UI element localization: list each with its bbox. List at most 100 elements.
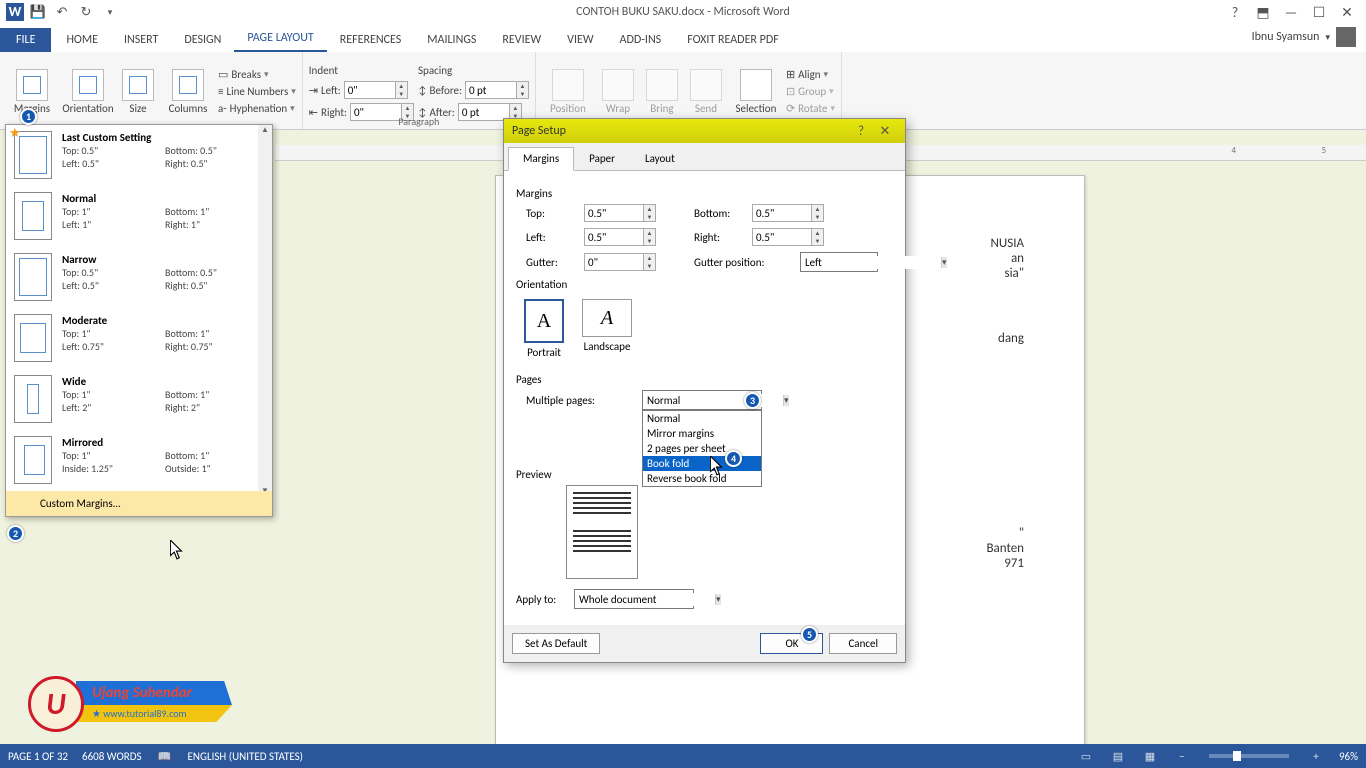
apply-to-select[interactable]: ▾ — [574, 589, 694, 609]
dialog-help-icon[interactable]: ? — [849, 124, 873, 139]
preview-thumbnail — [566, 485, 638, 579]
banner-logo-icon: U — [28, 676, 84, 732]
columns-button[interactable]: Columns — [162, 54, 214, 129]
tab-references[interactable]: REFERENCES — [327, 28, 415, 52]
gutter-pos-select[interactable]: ▾ — [800, 252, 878, 272]
right-label: Right: — [694, 231, 746, 244]
zoom-out-icon[interactable]: − — [1173, 750, 1191, 763]
status-page[interactable]: PAGE 1 OF 32 — [8, 750, 68, 763]
tab-home[interactable]: HOME — [53, 28, 111, 52]
rotate-button[interactable]: ⟳ Rotate ▾ — [786, 102, 835, 115]
indent-left[interactable]: ⇥ Left: ▲▼ — [309, 81, 414, 99]
orientation-button[interactable]: Orientation — [62, 54, 114, 129]
dialog-tabs: Margins Paper Layout — [504, 143, 905, 171]
indent-label: Indent — [309, 64, 414, 77]
option-reverse-book-fold[interactable]: Reverse book fold — [643, 471, 761, 486]
spacing-label: Spacing — [418, 64, 529, 77]
spacing-before-input[interactable] — [465, 81, 517, 99]
margins-preset-wide[interactable]: Wide Top: 1" Bottom: 1" Left: 2" Right: … — [6, 369, 272, 430]
selection-icon — [740, 69, 772, 101]
line-numbers-button[interactable]: ≡ Line Numbers ▾ — [218, 85, 296, 98]
position-icon — [552, 69, 584, 101]
margins-dropdown: ▲▼ Last Custom Setting Top: 0.5" Bottom:… — [5, 124, 273, 517]
dialog-close-icon[interactable]: ✕ — [873, 124, 897, 139]
group-objects-button[interactable]: ⊡ Group ▾ — [786, 85, 835, 98]
account-menu[interactable]: Ibnu Syamsun ▾ — [1242, 22, 1366, 52]
mouse-cursor-icon — [170, 540, 184, 560]
ribbon-tabs: FILE HOME INSERT DESIGN PAGE LAYOUT REFE… — [0, 24, 1366, 52]
orientation-icon — [72, 69, 104, 101]
breaks-button[interactable]: ▭ Breaks ▾ — [218, 68, 296, 81]
read-mode-icon[interactable]: ▭ — [1077, 750, 1095, 763]
option-mirror-margins[interactable]: Mirror margins — [643, 426, 761, 441]
orientation-section-label: Orientation — [516, 278, 893, 291]
send-icon — [690, 69, 722, 101]
margins-preset-moderate[interactable]: Moderate Top: 1" Bottom: 1" Left: 0.75" … — [6, 308, 272, 369]
align-button[interactable]: ⊞ Align ▾ — [786, 68, 835, 81]
dialog-tab-paper[interactable]: Paper — [574, 147, 630, 170]
tab-design[interactable]: DESIGN — [171, 28, 234, 52]
portrait-option[interactable]: A Portrait — [524, 299, 564, 359]
ribbon-collapse-icon[interactable]: ⬒ — [1252, 4, 1274, 21]
undo-icon[interactable]: ↶ — [52, 3, 72, 21]
callout-badge-4: 4 — [725, 450, 742, 467]
bottom-input[interactable] — [752, 204, 812, 222]
top-input[interactable] — [584, 204, 644, 222]
margins-preset-mirrored[interactable]: Mirrored Top: 1" Bottom: 1" Inside: 1.25… — [6, 430, 272, 491]
close-icon[interactable]: ✕ — [1336, 4, 1358, 21]
titlebar: W 💾 ↶ ↻ ▾ CONTOH BUKU SAKU.docx - Micros… — [0, 0, 1366, 24]
dialog-tab-layout[interactable]: Layout — [630, 147, 690, 170]
custom-margins-button[interactable]: Custom Margins... — [6, 491, 272, 516]
columns-icon — [172, 69, 204, 101]
spacing-before[interactable]: ↕ Before: ▲▼ — [418, 81, 529, 99]
redo-icon[interactable]: ↻ — [76, 3, 96, 21]
indent-left-input[interactable] — [344, 81, 396, 99]
margins-preset-last-custom[interactable]: Last Custom Setting Top: 0.5" Bottom: 0.… — [6, 125, 272, 186]
tutorial-banner: U Ujang Suhendar ★ www.tutorial89.com — [28, 676, 232, 732]
right-input[interactable] — [752, 228, 812, 246]
cancel-button[interactable]: Cancel — [829, 633, 897, 654]
tab-insert[interactable]: INSERT — [111, 28, 171, 52]
minimize-icon[interactable]: — — [1280, 4, 1302, 21]
save-icon[interactable]: 💾 — [28, 3, 48, 21]
proofing-icon[interactable]: 📖 — [156, 750, 174, 763]
gutter-input[interactable] — [584, 253, 644, 271]
zoom-slider[interactable] — [1209, 754, 1289, 758]
word-app-icon[interactable]: W — [6, 3, 24, 21]
set-default-button[interactable]: Set As Default — [512, 633, 600, 654]
dialog-tab-margins[interactable]: Margins — [508, 147, 574, 171]
top-label: Top: — [526, 207, 578, 220]
tab-addins[interactable]: ADD-INS — [607, 28, 675, 52]
tab-page-layout[interactable]: PAGE LAYOUT — [234, 26, 326, 52]
option-2-pages[interactable]: 2 pages per sheet — [643, 441, 761, 456]
dialog-footer: Set As Default OK Cancel — [504, 625, 905, 662]
dialog-body: Margins Top: ▲▼ Bottom: ▲▼ Left: ▲▼ Righ… — [504, 171, 905, 625]
maximize-icon[interactable]: ☐ — [1308, 4, 1330, 21]
margins-preset-normal[interactable]: Normal Top: 1" Bottom: 1" Left: 1" Right… — [6, 186, 272, 247]
status-words[interactable]: 6608 WORDS — [82, 750, 142, 763]
help-icon[interactable]: ? — [1224, 4, 1246, 21]
option-book-fold[interactable]: Book fold — [643, 456, 761, 471]
print-layout-icon[interactable]: ▤ — [1109, 750, 1127, 763]
left-input[interactable] — [584, 228, 644, 246]
tab-review[interactable]: REVIEW — [489, 28, 554, 52]
callout-badge-2: 2 — [7, 525, 24, 542]
web-layout-icon[interactable]: ▦ — [1141, 750, 1159, 763]
landscape-option[interactable]: A Landscape — [582, 299, 632, 359]
margins-preset-narrow[interactable]: Narrow Top: 0.5" Bottom: 0.5" Left: 0.5"… — [6, 247, 272, 308]
zoom-in-icon[interactable]: + — [1307, 750, 1325, 763]
qat-customize-icon[interactable]: ▾ — [100, 3, 120, 21]
tab-foxit[interactable]: FOXIT READER PDF — [674, 28, 792, 52]
zoom-level[interactable]: 96% — [1339, 750, 1358, 763]
paragraph-group-label: Paragraph — [303, 115, 535, 128]
tab-view[interactable]: VIEW — [554, 28, 606, 52]
avatar — [1336, 27, 1356, 47]
option-normal[interactable]: Normal — [643, 411, 761, 426]
size-button[interactable]: Size — [118, 54, 158, 129]
dropdown-scrollbar[interactable]: ▲▼ — [258, 125, 272, 496]
tab-mailings[interactable]: MAILINGS — [414, 28, 489, 52]
hyphenation-button[interactable]: a- Hyphenation ▾ — [218, 102, 296, 115]
status-language[interactable]: ENGLISH (UNITED STATES) — [188, 750, 303, 763]
dialog-titlebar[interactable]: Page Setup ? ✕ — [504, 119, 905, 143]
tab-file[interactable]: FILE — [0, 28, 51, 52]
